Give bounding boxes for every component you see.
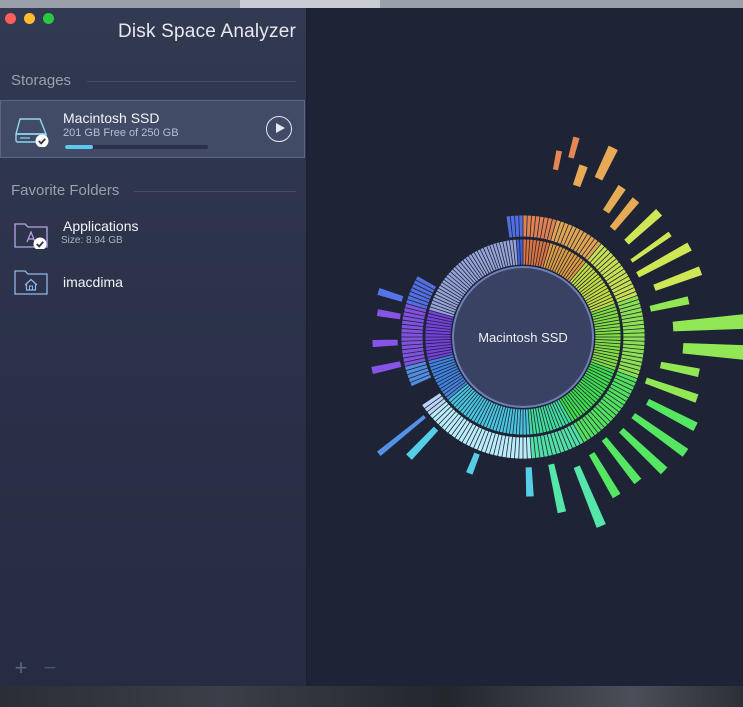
sunburst-segment[interactable] [571, 163, 589, 189]
sunburst-segment[interactable] [547, 462, 568, 515]
zoom-window-button[interactable] [43, 13, 54, 24]
sunburst-segment[interactable] [593, 144, 619, 182]
app-title: Disk Space Analyzer [117, 21, 296, 42]
add-folder-button[interactable]: + [11, 657, 31, 679]
favorite-item-imacdima[interactable]: imacdima [0, 263, 305, 303]
sunburst-center-label: Macintosh SSD [478, 330, 568, 345]
sidebar: Disk Space Analyzer Storages Macintosh S… [0, 8, 307, 686]
section-divider [87, 81, 296, 82]
sunburst-segment[interactable] [652, 265, 704, 292]
favorite-name: imacdima [63, 274, 123, 290]
sunburst-segment[interactable] [524, 466, 535, 498]
section-divider [134, 191, 296, 192]
sunburst-segment[interactable] [681, 342, 743, 361]
home-folder-icon [14, 270, 48, 295]
disk-usage-sunburst[interactable]: Macintosh SSD [307, 8, 743, 686]
sunburst-segment[interactable] [648, 295, 691, 313]
sunburst-segment[interactable] [371, 338, 399, 348]
favorite-item-applications[interactable]: Applications Size: 8.94 GB [0, 208, 305, 258]
favorite-size: Size: 8.94 GB [61, 235, 123, 246]
close-window-button[interactable] [5, 13, 16, 24]
main-panel: Macintosh SSD [307, 8, 743, 686]
sunburst-segment[interactable] [552, 149, 563, 172]
sunburst-segment[interactable] [465, 451, 481, 476]
scan-play-button[interactable] [266, 116, 292, 142]
favorite-name: Applications [63, 218, 139, 234]
storages-header: Storages [11, 72, 72, 89]
sunburst-segment[interactable] [375, 308, 402, 321]
storage-usage-bar [65, 145, 208, 149]
desktop-background-top [0, 0, 743, 8]
storage-free-space: 201 GB Free of 250 GB [63, 127, 179, 139]
minimize-window-button[interactable] [24, 13, 35, 24]
sunburst-segment[interactable] [658, 360, 701, 378]
sunburst-segment[interactable] [671, 311, 743, 333]
remove-folder-button[interactable]: − [40, 657, 60, 679]
storage-usage-fill [65, 145, 94, 149]
favorite-folders-header: Favorite Folders [11, 182, 120, 199]
sunburst-segment[interactable] [376, 287, 405, 303]
sunburst-segment[interactable] [567, 135, 581, 160]
app-window: Disk Space Analyzer Storages Macintosh S… [0, 8, 743, 686]
sunburst-segment[interactable] [370, 360, 403, 375]
drive-icon [15, 118, 49, 147]
applications-folder-icon [14, 223, 48, 249]
sunburst-segment[interactable] [643, 376, 700, 404]
desktop-background-bottom [0, 686, 743, 707]
storage-name: Macintosh SSD [63, 110, 160, 126]
storage-item-macintosh-ssd[interactable]: Macintosh SSD 201 GB Free of 250 GB [0, 100, 305, 158]
